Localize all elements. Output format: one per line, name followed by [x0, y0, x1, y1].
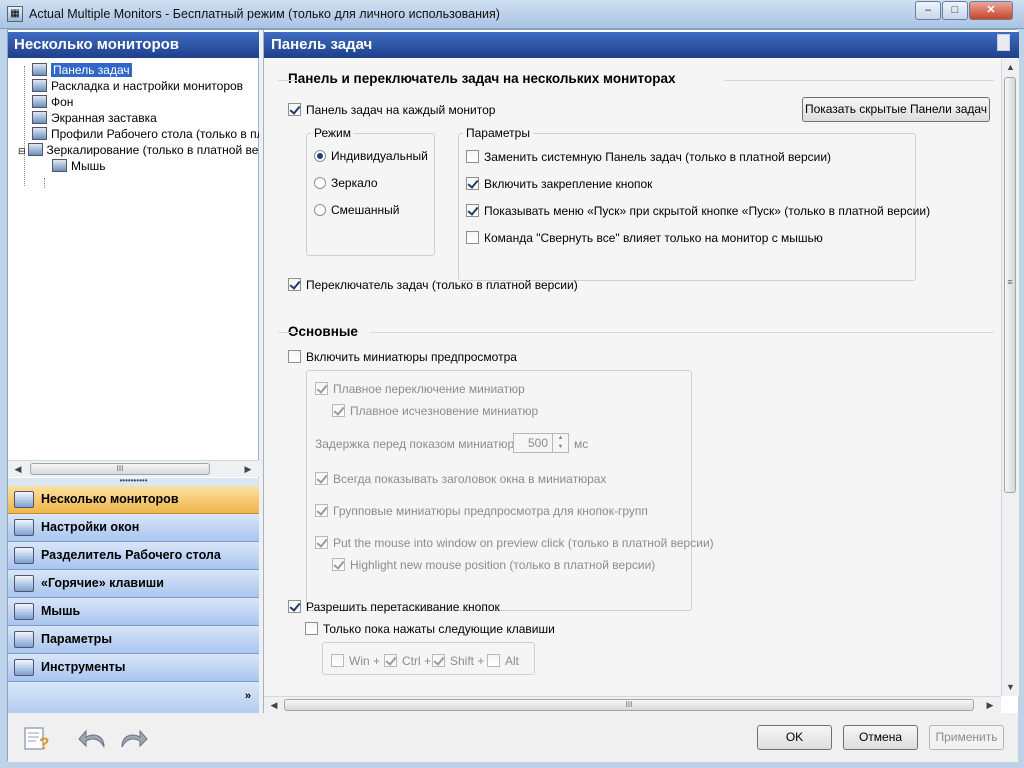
nav-options[interactable]: Параметры: [8, 626, 259, 654]
hotkeys-icon: [14, 575, 34, 592]
nav-window-settings[interactable]: Настройки окон: [8, 514, 259, 542]
page-title: Панель задач: [264, 32, 1019, 58]
smooth-switch-checkbox[interactable]: Плавное переключение миниатюр: [315, 382, 525, 396]
apply-button[interactable]: Применить: [929, 725, 1004, 750]
key-shift-checkbox[interactable]: Shift +: [432, 654, 484, 668]
hscroll-thumb[interactable]: III: [284, 699, 974, 711]
tree-item-taskbar[interactable]: Панель задач: [32, 62, 132, 78]
spin-down-icon[interactable]: ▼: [552, 443, 568, 452]
multi-monitor-icon: [14, 491, 34, 508]
taskbar-icon: [32, 63, 47, 76]
mouse-icon: [52, 159, 67, 172]
close-button[interactable]: ✕: [969, 1, 1013, 20]
scroll-thumb[interactable]: III: [30, 463, 210, 475]
key-alt-checkbox[interactable]: Alt: [487, 654, 519, 668]
content-horizontal-scrollbar[interactable]: ◀ III ▶: [264, 696, 1001, 713]
nav-multi-monitor[interactable]: Несколько мониторов: [8, 486, 259, 514]
left-pane-title: Несколько мониторов: [8, 32, 259, 58]
app-icon: ▦: [7, 6, 23, 22]
show-hidden-taskbars-button[interactable]: Показать скрытые Панели задач: [802, 97, 990, 122]
scroll-left-icon[interactable]: ◀: [266, 697, 282, 713]
main-window: Несколько мониторов Панель задач Расклад…: [7, 29, 1019, 762]
scroll-up-icon[interactable]: ▲: [1002, 59, 1019, 75]
mirroring-icon: [27, 143, 43, 156]
ok-button[interactable]: OK: [757, 725, 832, 750]
scroll-down-icon[interactable]: ▼: [1002, 679, 1019, 695]
screensaver-icon: [32, 111, 47, 124]
tools-icon: [14, 659, 34, 676]
delay-label: Задержка перед показом миниатюры:: [315, 437, 527, 451]
minimize-all-checkbox[interactable]: Команда "Свернуть все" влияет только на …: [466, 231, 823, 245]
tree-horizontal-scrollbar[interactable]: ◀ III ▶: [8, 460, 259, 477]
nav-overflow[interactable]: »: [8, 682, 259, 713]
always-title-checkbox[interactable]: Всегда показывать заголовок окна в миниа…: [315, 472, 606, 486]
enable-thumbnails-checkbox[interactable]: Включить миниатюры предпросмотра: [288, 350, 517, 364]
redo-icon[interactable]: [118, 725, 148, 751]
dialog-footer: ? OK Отмена Применить: [8, 713, 1018, 762]
pin-icon[interactable]: [997, 34, 1010, 51]
wallpaper-icon: [32, 95, 47, 108]
pane-splitter[interactable]: ••••••••••: [8, 477, 259, 486]
highlight-mouse-checkbox[interactable]: Highlight new mouse position (только в п…: [332, 558, 655, 572]
cancel-button[interactable]: Отмена: [843, 725, 918, 750]
vscroll-thumb[interactable]: ≡: [1004, 77, 1016, 493]
help-icon[interactable]: ?: [23, 725, 53, 751]
svg-text:?: ?: [39, 734, 49, 751]
enable-pinning-checkbox[interactable]: Включить закрепление кнопок: [466, 177, 652, 191]
key-ctrl-checkbox[interactable]: Ctrl +: [384, 654, 431, 668]
monitor-layout-icon: [32, 79, 47, 92]
mode-mirror-radio[interactable]: Зеркало: [314, 177, 378, 190]
task-switcher-checkbox[interactable]: Переключатель задач (только в платной ве…: [288, 278, 578, 292]
taskbar-each-monitor-checkbox[interactable]: Панель задач на каждый монитор: [288, 103, 495, 117]
tree-item-screensaver[interactable]: Экранная заставка: [32, 110, 157, 126]
scroll-right-icon[interactable]: ▶: [240, 461, 256, 477]
title-bar: ▦ Actual Multiple Monitors - Бесплатный …: [0, 0, 1024, 29]
params-group-title: Параметры: [463, 126, 533, 140]
mouse-into-window-checkbox[interactable]: Put the mouse into window on preview cli…: [315, 536, 714, 550]
section-title-taskbar: Панель и переключатель задач на нескольк…: [288, 71, 676, 86]
group-thumbnails-checkbox[interactable]: Групповые миниатюры предпросмотра для кн…: [315, 504, 648, 518]
content-vertical-scrollbar[interactable]: ▲ ≡ ▼: [1001, 59, 1019, 696]
settings-tree: Панель задач Раскладка и настройки монит…: [8, 58, 259, 458]
delay-unit: мс: [574, 437, 589, 451]
smooth-fade-checkbox[interactable]: Плавное исчезновение миниатюр: [332, 404, 538, 418]
nav-tools[interactable]: Инструменты: [8, 654, 259, 682]
replace-system-taskbar-checkbox[interactable]: Заменить системную Панель задач (только …: [466, 150, 831, 164]
nav-hotkeys[interactable]: «Горячие» клавиши: [8, 570, 259, 598]
nav-bar: Несколько мониторов Настройки окон Разде…: [8, 486, 259, 713]
window-settings-icon: [14, 519, 34, 536]
maximize-button[interactable]: □: [942, 1, 968, 20]
nav-mouse[interactable]: Мышь: [8, 598, 259, 626]
left-pane: Несколько мониторов Панель задач Расклад…: [8, 30, 259, 713]
window-title: Actual Multiple Monitors - Бесплатный ре…: [29, 7, 500, 21]
undo-icon[interactable]: [78, 725, 108, 751]
mode-mixed-radio[interactable]: Смешанный: [314, 204, 399, 217]
mouse-icon: [14, 603, 34, 620]
nav-desktop-divider[interactable]: Разделитель Рабочего стола: [8, 542, 259, 570]
section-title-general: Основные: [288, 324, 358, 339]
tree-item-desktop-profiles[interactable]: Профили Рабочего стола (только в плат: [32, 126, 259, 142]
options-icon: [14, 631, 34, 648]
desktop-divider-icon: [14, 547, 34, 564]
only-keys-checkbox[interactable]: Только пока нажаты следующие клавиши: [305, 622, 555, 636]
expand-icon[interactable]: ⊟: [18, 146, 26, 156]
mode-group-title: Режим: [311, 126, 354, 140]
minimize-button[interactable]: –: [915, 1, 941, 20]
scroll-right-icon[interactable]: ▶: [982, 697, 998, 713]
tree-item-mouse[interactable]: Мышь: [52, 158, 106, 174]
allow-drag-checkbox[interactable]: Разрешить перетаскивание кнопок: [288, 600, 500, 614]
chevron-double-icon[interactable]: »: [245, 690, 251, 702]
tree-item-mirroring[interactable]: ⊟ Зеркалирование (только в платной верс: [18, 142, 259, 158]
key-win-checkbox[interactable]: Win +: [331, 654, 380, 668]
right-pane: Панель задач Панель и переключатель зада…: [263, 30, 1019, 713]
delay-input[interactable]: 500 ▲ ▼: [513, 433, 569, 453]
show-start-menu-checkbox[interactable]: Показывать меню «Пуск» при скрытой кнопк…: [466, 204, 930, 218]
mode-individual-radio[interactable]: Индивидуальный: [314, 150, 428, 163]
desktop-profile-icon: [32, 127, 47, 140]
scroll-left-icon[interactable]: ◀: [10, 461, 26, 477]
spin-up-icon[interactable]: ▲: [552, 434, 568, 443]
tree-item-wallpaper[interactable]: Фон: [32, 94, 73, 110]
tree-item-monitor-layout[interactable]: Раскладка и настройки мониторов: [32, 78, 243, 94]
settings-content: Панель и переключатель задач на нескольк…: [264, 59, 1001, 696]
